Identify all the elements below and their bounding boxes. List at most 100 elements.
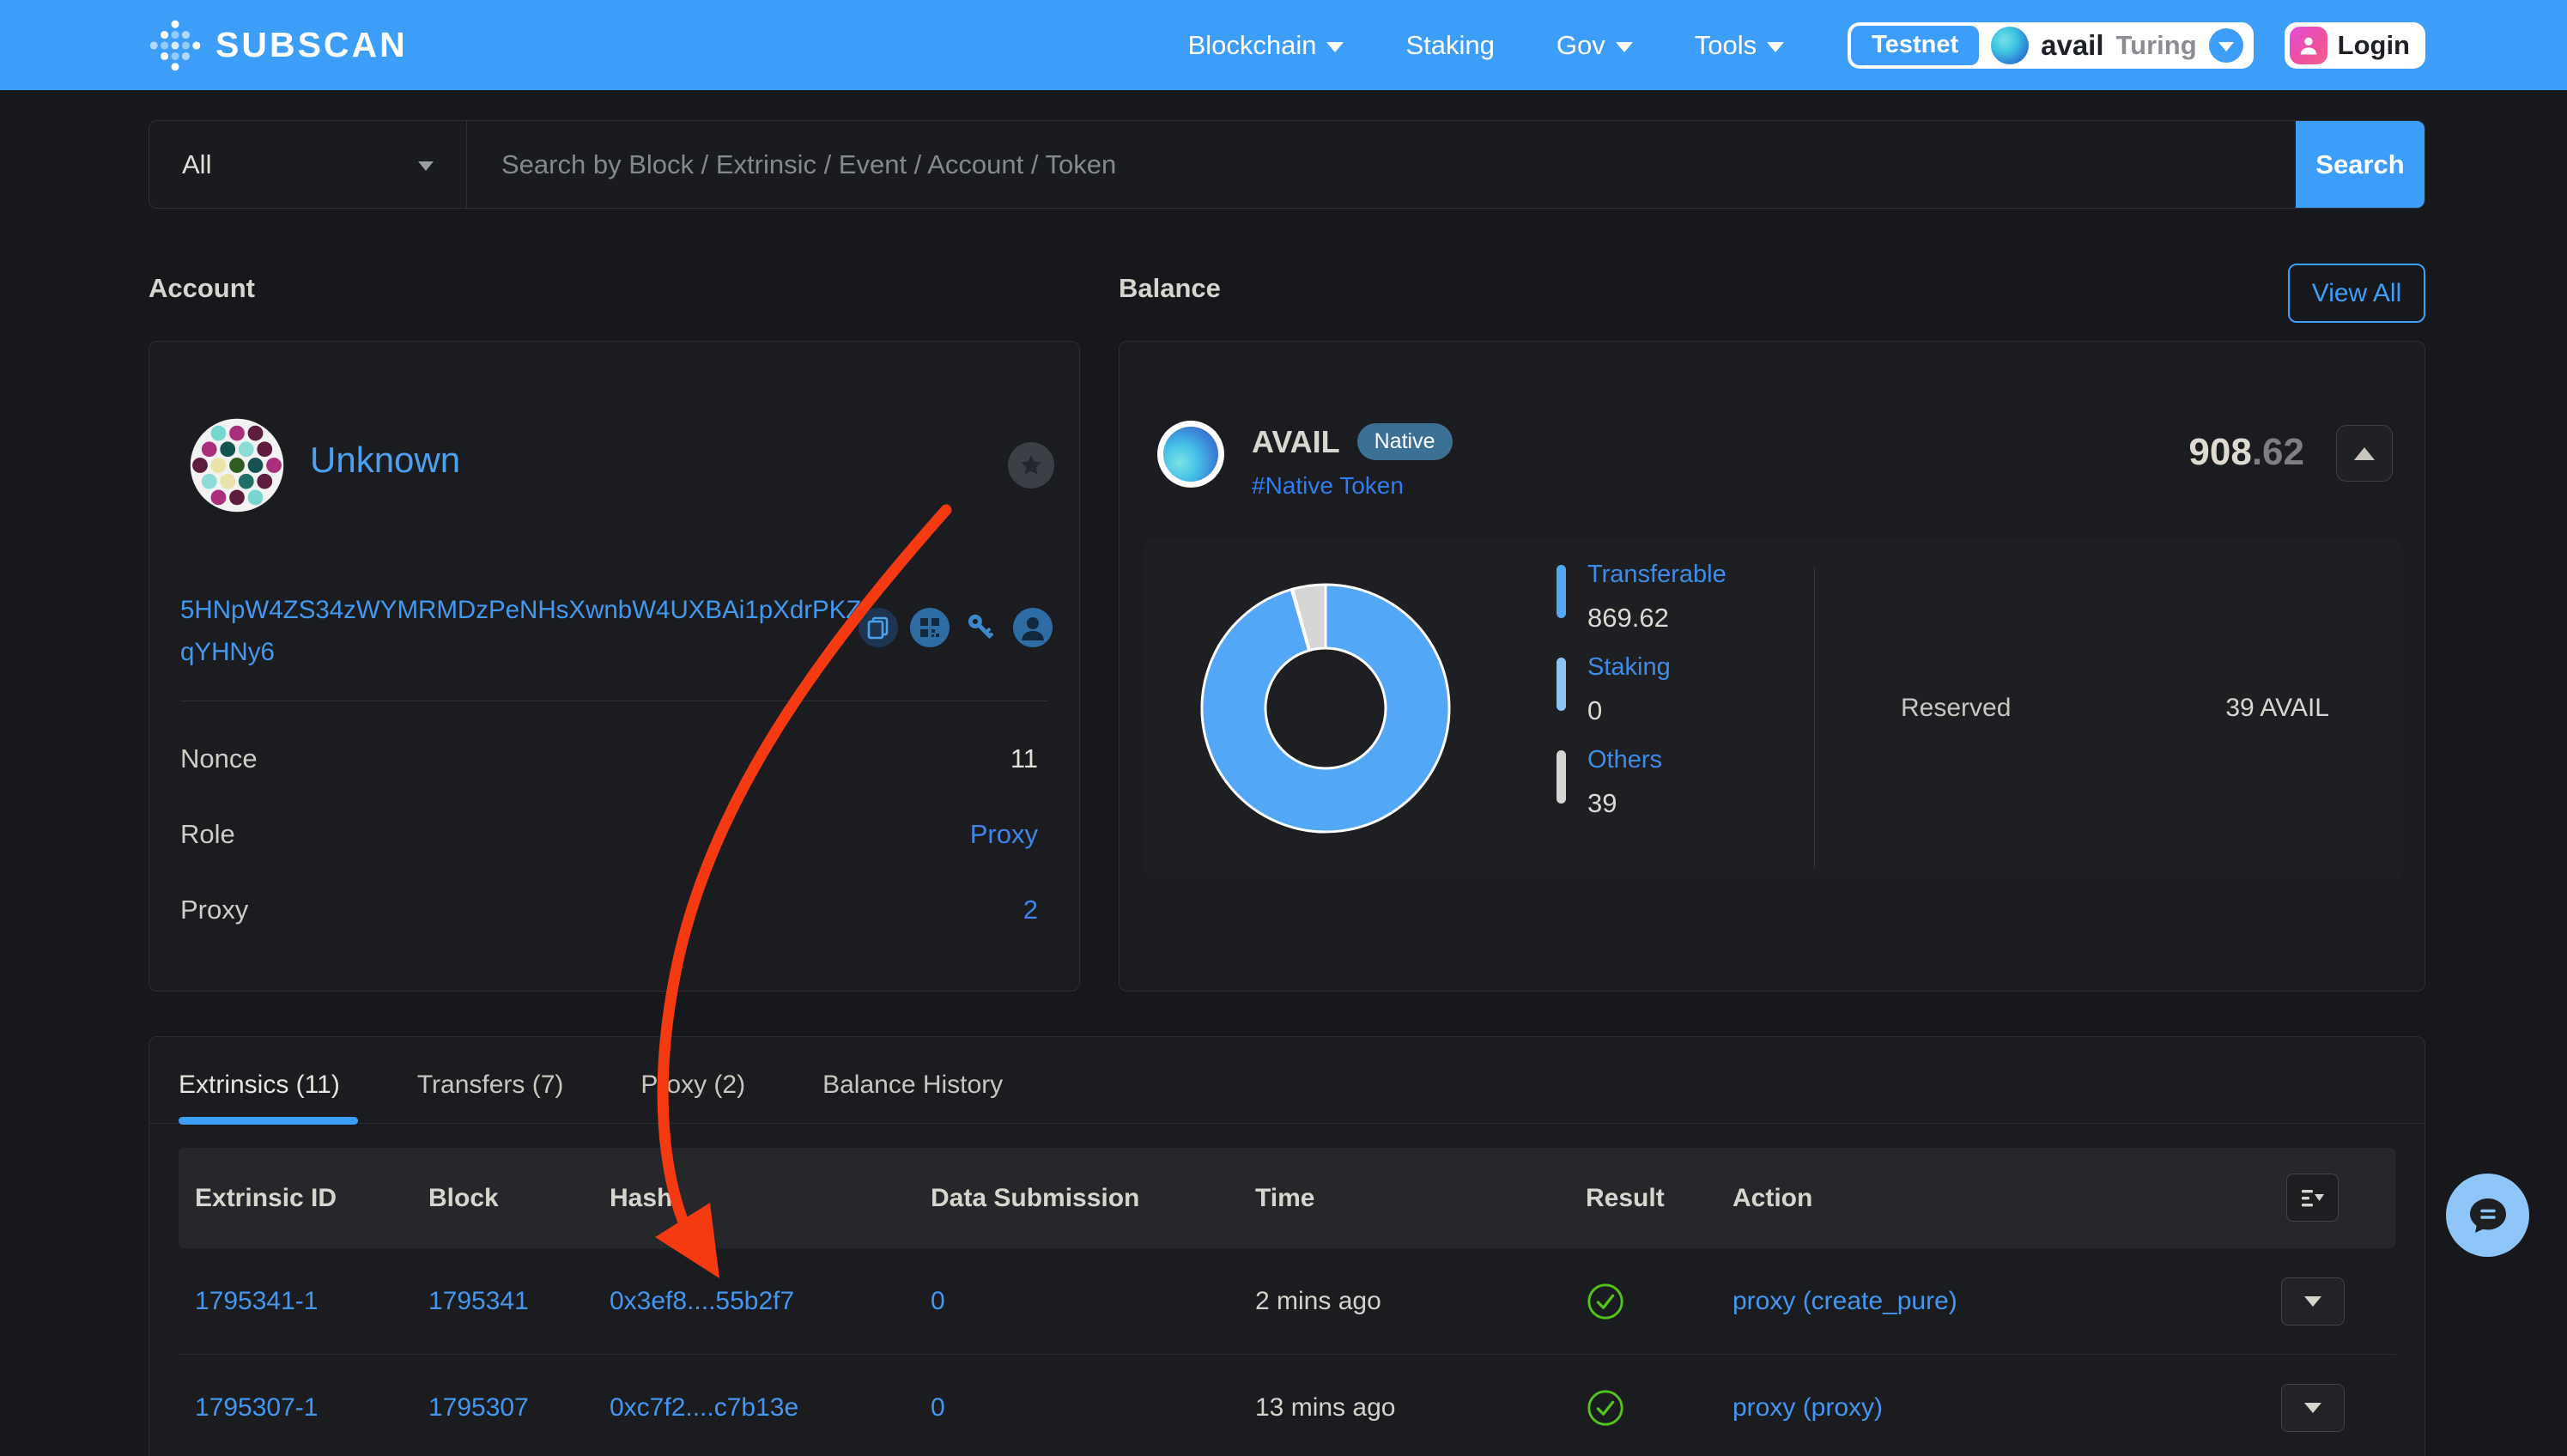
col-block: Block (428, 1148, 499, 1248)
nav-item-tools[interactable]: Tools (1695, 30, 1784, 61)
brand-name: SUBSCAN (215, 25, 408, 65)
total-balance: 908.62 (2188, 431, 2304, 474)
tab-balance-history[interactable]: Balance History (822, 1068, 1003, 1102)
nonce-row: Nonce 11 (180, 741, 1038, 777)
tab-extrinsics[interactable]: Extrinsics (11) (179, 1068, 340, 1102)
favorite-star-button[interactable] (1008, 442, 1054, 488)
chevron-up-icon (2354, 447, 2375, 460)
total-decimal: .62 (2252, 431, 2304, 473)
search-filter-select[interactable]: All (149, 121, 467, 208)
col-action: Action (1733, 1148, 1812, 1248)
chevron-down-icon (1326, 42, 1344, 52)
result-cell (1586, 1355, 1625, 1456)
data-submission-link[interactable]: 0 (931, 1355, 945, 1456)
chat-support-button[interactable] (2446, 1174, 2529, 1257)
legend-value: 0 (1587, 695, 1671, 726)
proxy-row: Proxy 2 (180, 892, 1038, 928)
reserved-label: Reserved (1901, 694, 2011, 723)
balance-section-title: Balance (1119, 273, 1221, 304)
result-cell (1586, 1248, 1625, 1354)
search-bar: All Search (149, 120, 2425, 209)
collapse-row-button[interactable] (2336, 425, 2393, 482)
nav-links: Blockchain Staking Gov Tools (1188, 30, 1785, 61)
success-check-icon (1586, 1388, 1625, 1428)
col-result: Result (1586, 1148, 1665, 1248)
extrinsics-panel: Extrinsics (11) Transfers (7) Proxy (2) … (149, 1036, 2425, 1456)
action-link[interactable]: proxy (create_pure) (1733, 1248, 1957, 1354)
nav-item-gov[interactable]: Gov (1557, 30, 1633, 61)
table-row: 1795341-1 1795341 0x3ef8....55b2f7 0 2 m… (179, 1248, 2395, 1355)
time-cell: 2 mins ago (1255, 1248, 1381, 1354)
native-badge: Native (1357, 423, 1453, 460)
role-value-link[interactable]: Proxy (970, 819, 1038, 850)
search-button[interactable]: Search (2296, 121, 2424, 208)
network-dropdown-button[interactable] (2209, 28, 2243, 63)
legend-value: 869.62 (1587, 603, 1727, 634)
copy-address-button[interactable] (859, 608, 898, 647)
field-label: Role (180, 819, 235, 850)
hash-link[interactable]: 0xc7f2....c7b13e (610, 1355, 798, 1456)
tab-transfers[interactable]: Transfers (7) (417, 1068, 564, 1102)
account-display-name[interactable]: Unknown (310, 440, 460, 481)
native-token-tag-link[interactable]: #Native Token (1252, 472, 1404, 500)
chevron-down-icon (2304, 1403, 2321, 1413)
top-nav: SUBSCAN Blockchain Staking Gov Tools Tes… (0, 0, 2567, 90)
action-link[interactable]: proxy (proxy) (1733, 1355, 1883, 1456)
extrinsic-id-link[interactable]: 1795307-1 (195, 1355, 318, 1456)
extrinsic-id-link[interactable]: 1795341-1 (195, 1248, 318, 1354)
balance-donut-chart (1197, 579, 1454, 837)
key-icon (962, 608, 1001, 647)
time-cell: 13 mins ago (1255, 1355, 1395, 1456)
avail-chain-logo (1991, 27, 2029, 64)
chevron-down-icon (418, 161, 434, 171)
nav-item-blockchain[interactable]: Blockchain (1188, 30, 1344, 61)
avail-token-logo (1157, 421, 1224, 488)
block-link[interactable]: 1795307 (428, 1355, 529, 1456)
nav-item-label: Blockchain (1188, 30, 1317, 61)
testnet-button[interactable]: Testnet (1851, 26, 1979, 65)
legend-item-transferable: Transferable869.62 (1557, 560, 1727, 634)
account-detail-button[interactable] (1013, 608, 1053, 647)
network-name: Turing (2116, 30, 2197, 61)
divider (149, 1123, 2424, 1124)
tab-proxy[interactable]: Proxy (2) (640, 1068, 745, 1102)
nav-item-label: Staking (1405, 30, 1494, 61)
nav-item-staking[interactable]: Staking (1405, 30, 1494, 61)
search-input[interactable] (467, 121, 2296, 208)
legend-marker (1557, 658, 1566, 711)
account-section-title: Account (149, 273, 255, 304)
role-row: Role Proxy (180, 816, 1038, 852)
copy-icon (859, 608, 898, 647)
subscan-logo-icon (149, 19, 202, 72)
tabs: Extrinsics (11) Transfers (7) Proxy (2) … (179, 1068, 1003, 1102)
login-button[interactable]: Login (2285, 22, 2425, 69)
expand-row-button[interactable] (2281, 1277, 2345, 1326)
subscan-logo[interactable]: SUBSCAN (149, 19, 408, 72)
account-address: 5HNpW4ZS34zWYMRMDzPeNHsXwnbW4UXBAi1pXdrP… (180, 589, 867, 673)
proxy-value-link[interactable]: 2 (1023, 895, 1038, 925)
view-all-button[interactable]: View All (2288, 264, 2425, 323)
subscan-account-page: SUBSCAN Blockchain Staking Gov Tools Tes… (0, 0, 2567, 1456)
block-link[interactable]: 1795341 (428, 1248, 529, 1354)
active-tab-indicator (179, 1117, 358, 1125)
qr-code-button[interactable] (910, 608, 950, 647)
address-actions (859, 608, 1053, 647)
total-integer: 908 (2188, 431, 2251, 473)
table-filter-button[interactable] (2286, 1174, 2339, 1222)
field-label: Proxy (180, 895, 248, 925)
balance-chart-box: Transferable869.62Staking0Others39 Reser… (1144, 538, 2403, 880)
person-icon (1013, 608, 1053, 647)
login-label: Login (2338, 30, 2410, 61)
chevron-down-icon (2304, 1296, 2321, 1307)
chart-legend: Transferable869.62Staking0Others39 (1557, 538, 1805, 880)
hash-link[interactable]: 0x3ef8....55b2f7 (610, 1248, 794, 1354)
table-row: 1795307-1 1795307 0xc7f2....c7b13e 0 13 … (179, 1355, 2395, 1456)
legend-value: 39 (1587, 788, 1662, 819)
legend-item-others: Others39 (1557, 745, 1662, 819)
nonce-value: 11 (1010, 743, 1038, 774)
expand-row-button[interactable] (2281, 1384, 2345, 1432)
key-button[interactable] (962, 608, 1001, 647)
data-submission-link[interactable]: 0 (931, 1248, 945, 1354)
balance-panel: AVAIL Native #Native Token 908.62 Transf… (1119, 341, 2425, 992)
network-switcher: Testnet avail Turing (1848, 22, 2254, 69)
